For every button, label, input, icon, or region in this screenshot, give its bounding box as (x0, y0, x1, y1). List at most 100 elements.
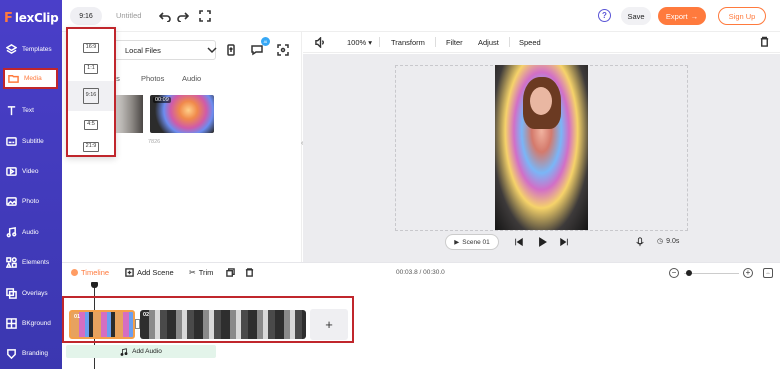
tab-timeline[interactable]: Timeline (71, 268, 109, 277)
microphone-icon[interactable] (634, 236, 646, 248)
transform-button[interactable]: Transform (391, 38, 425, 47)
save-button[interactable]: Save (621, 7, 651, 25)
sidebar-item-label: Text (22, 106, 34, 114)
sidebar-item-bkground[interactable]: BKground (6, 316, 62, 330)
scene-label: Scene 01 (462, 238, 490, 246)
divider (435, 37, 436, 47)
sidebar-item-overlays[interactable]: Overlays (6, 286, 62, 300)
help-icon[interactable]: ? (598, 9, 611, 22)
sidebar-item-elements[interactable]: Elements (6, 255, 62, 269)
thumbnail-caption: 7826 (148, 139, 161, 145)
redo-icon[interactable] (176, 9, 190, 23)
media-thumbnail[interactable]: 00:09 (150, 95, 214, 133)
zoom-in-icon[interactable]: + (743, 268, 753, 278)
tab-photos[interactable]: Photos (141, 74, 164, 83)
adjust-button[interactable]: Adjust (478, 38, 499, 47)
scan-icon[interactable] (275, 42, 291, 58)
timeline-clip[interactable]: 01 (69, 310, 135, 339)
sidebar-item-text[interactable]: Text (6, 103, 62, 117)
trim-button[interactable]: ✂ Trim (189, 268, 213, 277)
video-preview[interactable] (495, 65, 588, 230)
sidebar-item-label: Audio (22, 228, 39, 236)
subject-face (530, 87, 552, 115)
sidebar-item-video[interactable]: Video (6, 164, 62, 178)
add-scene-icon (125, 268, 134, 277)
zoom-slider[interactable] (684, 273, 739, 274)
zoom-slider-handle[interactable] (686, 270, 692, 276)
media-thumbnail[interactable] (115, 95, 143, 133)
aspect-ratio-menu: 16:9 1:1 9:16 4:5 21:9 (66, 27, 116, 157)
ratio-option-selected[interactable]: 9:16 (68, 81, 114, 111)
clip-number: 02 (143, 312, 150, 318)
scissors-icon: ✂ (189, 268, 196, 277)
thumbnail-duration: 00:09 (153, 97, 171, 103)
brand-icon (7, 348, 16, 359)
sidebar-item-label: Overlays (22, 289, 48, 297)
clock-icon: ◷ (657, 238, 664, 245)
skip-back-icon[interactable] (513, 236, 525, 248)
duration-value: 9.0s (666, 237, 680, 245)
ratio-option-label: 9:16 (82, 88, 100, 104)
sidebar-item-subtitle[interactable]: Subtitle (6, 134, 62, 148)
background-icon (6, 317, 17, 329)
media-source-select[interactable]: Local Files (109, 40, 216, 60)
play-icon[interactable] (536, 236, 548, 248)
timeline-zoom: − + ↔ (669, 268, 773, 279)
scene-button[interactable]: ▶ Scene 01 (445, 234, 499, 250)
duplicate-icon[interactable] (226, 268, 235, 277)
fullscreen-icon[interactable] (198, 9, 212, 23)
timeline-header: Timeline Add Scene ✂ Trim 00:03.8 / 00:3… (62, 263, 780, 283)
video-icon (6, 166, 17, 176)
divider (509, 37, 510, 47)
zoom-out-icon[interactable]: − (669, 268, 679, 278)
sidebar-item-photo[interactable]: Photo (6, 194, 62, 208)
sidebar-item-media[interactable]: Media (3, 68, 58, 89)
ratio-option[interactable]: 21:9 (68, 135, 114, 159)
aspect-ratio-button[interactable]: 9:16 (70, 7, 102, 25)
timecode: 00:03.8 / 00:30.0 (396, 269, 445, 276)
subtitle-icon (6, 136, 17, 146)
sidebar-item-label: Subtitle (22, 137, 44, 145)
sidebar-item-label: Branding (22, 349, 49, 357)
export-label: Export (665, 11, 688, 21)
signup-button[interactable]: Sign Up (718, 7, 766, 25)
speed-button[interactable]: Speed (519, 38, 541, 47)
undo-icon[interactable] (158, 9, 172, 23)
delete-clip-icon[interactable] (245, 268, 254, 277)
volume-icon[interactable] (315, 36, 326, 50)
image-icon (6, 196, 17, 206)
ratio-option-label: 16:9 (82, 43, 100, 53)
timeline-clip[interactable]: 02 (140, 310, 306, 339)
zoom-select[interactable]: 100% ▾ (347, 38, 372, 47)
fit-timeline-icon[interactable]: ↔ (763, 268, 773, 278)
timeline-tab-label: Timeline (81, 268, 110, 277)
add-scene-button[interactable]: Add Scene (125, 268, 174, 277)
add-audio-button[interactable]: Add Audio (66, 345, 216, 358)
document-title[interactable]: Untitled (116, 11, 141, 20)
sidebar-item-templates[interactable]: Templates (6, 42, 62, 56)
duration-button[interactable]: ◷ 9.0s (657, 237, 680, 246)
add-clip-button[interactable]: + (310, 309, 348, 340)
playback-controls: ▶ Scene 01 ◷ 9.0s (303, 233, 780, 253)
music-note-icon (120, 347, 128, 356)
sidebar-item-audio[interactable]: Audio (6, 225, 62, 239)
ratio-option[interactable]: 1:1 (68, 57, 114, 81)
tab-audio[interactable]: Audio (182, 74, 201, 83)
export-button[interactable]: Export → (658, 7, 706, 25)
chevron-down-icon[interactable] (204, 42, 220, 58)
skip-forward-icon[interactable] (558, 236, 570, 248)
delete-icon[interactable] (759, 36, 771, 48)
ratio-option[interactable]: 4:5 (68, 113, 114, 137)
layers-icon (6, 43, 17, 54)
logo-mark: F (4, 10, 13, 26)
music-icon (6, 226, 17, 237)
top-bar: 9:16 Untitled ? Save Export → Sign Up (62, 0, 780, 32)
sidebar-item-branding[interactable]: Branding (6, 346, 62, 360)
clip-track: 01 02 + (62, 296, 354, 343)
ai-badge: AI (261, 37, 270, 46)
phone-upload-icon[interactable] (223, 42, 239, 58)
zoom-value: 100% (347, 38, 367, 47)
divider (379, 37, 380, 47)
filter-button[interactable]: Filter (446, 38, 463, 47)
timeline: Timeline Add Scene ✂ Trim 00:03.8 / 00:3… (62, 262, 780, 369)
